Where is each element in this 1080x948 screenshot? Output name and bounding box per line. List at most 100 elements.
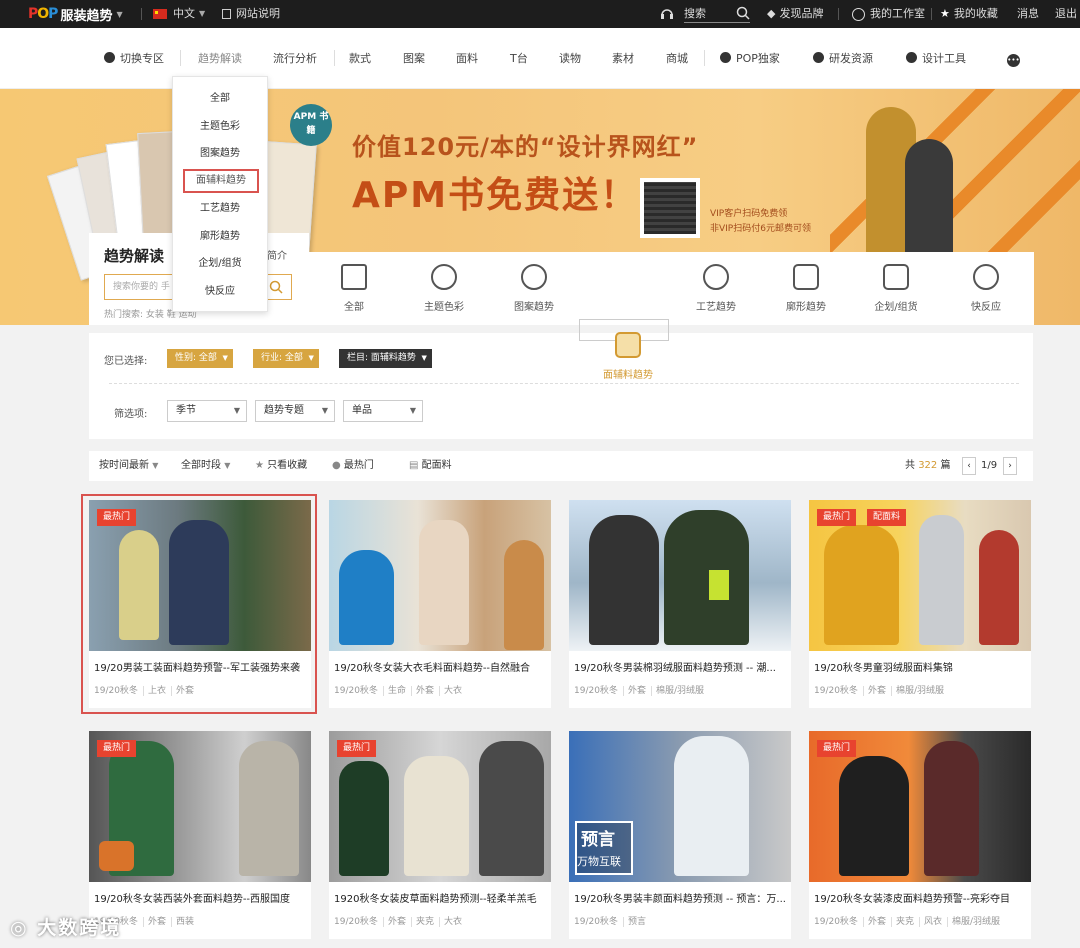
filter-tag-industry[interactable]: 行业: 全部 ▼ xyxy=(253,349,319,368)
tag[interactable]: 19/20秋冬 xyxy=(814,686,864,696)
messages-link[interactable]: 消息 xyxy=(1017,0,1039,28)
search-input[interactable]: 搜索 xyxy=(684,5,750,23)
chevron-down-icon: ▼ xyxy=(321,406,328,415)
nav-patterns[interactable]: 图案 xyxy=(403,28,425,89)
headset-icon[interactable] xyxy=(660,0,674,28)
tag[interactable]: 外套 xyxy=(627,686,652,696)
select-value: 单品 xyxy=(352,405,372,416)
logout-link[interactable]: 退出 xyxy=(1055,0,1077,28)
sort-select[interactable]: 按时间最新 ▼ xyxy=(99,451,158,481)
tag[interactable]: 棉服/羽绒服 xyxy=(656,686,709,696)
tag[interactable]: 19/20秋冬 xyxy=(334,686,384,696)
nav-materials[interactable]: 素材 xyxy=(612,28,634,89)
article-card[interactable]: 预言 万物互联 19/20秋冬男装丰颜面料趋势预测 -- 预言：万... 19/… xyxy=(569,731,791,939)
category-planning[interactable]: 企划/组货 xyxy=(851,252,941,325)
search-icon[interactable] xyxy=(736,6,750,20)
discover-brands-link[interactable]: ◆ 发现品牌 xyxy=(767,0,823,28)
tag[interactable]: 19/20秋冬 xyxy=(334,917,384,927)
dropdown-item-pattern[interactable]: 图案趋势 xyxy=(173,142,267,166)
next-page-button[interactable]: › xyxy=(1003,457,1017,475)
tag[interactable]: 外套 xyxy=(387,917,412,927)
tag[interactable]: 19/20秋冬 xyxy=(814,917,864,927)
tag[interactable]: 外套 xyxy=(867,686,892,696)
site-logo[interactable]: POP 服装趋势 ▼ xyxy=(28,5,123,24)
nav-styles[interactable]: 款式 xyxy=(349,28,371,89)
tag[interactable]: 夹克 xyxy=(415,917,440,927)
article-title[interactable]: 19/20秋冬女装漆皮面料趋势预警--亮彩夺目 xyxy=(814,890,1028,905)
item-select[interactable]: 单品 ▼ xyxy=(343,400,423,422)
period-select[interactable]: 全部时段 ▼ xyxy=(181,451,230,481)
tag[interactable]: 外套 xyxy=(867,917,892,927)
dropdown-item-theme-color[interactable]: 主题色彩 xyxy=(173,115,267,139)
nav-store[interactable]: 商城 xyxy=(666,28,688,89)
category-silhouette[interactable]: 廓形趋势 xyxy=(761,252,851,325)
tag[interactable]: 棉服/羽绒服 xyxy=(896,686,949,696)
prev-page-button[interactable]: ‹ xyxy=(962,457,976,475)
tag[interactable]: 大衣 xyxy=(444,917,467,927)
fabric-toggle[interactable]: ▤ 配面料 xyxy=(409,451,452,481)
dropdown-item-planning[interactable]: 企划/组货 xyxy=(173,252,267,276)
my-favorites-link[interactable]: ★ 我的收藏 xyxy=(940,0,998,28)
watermark-icon: ◎ xyxy=(10,917,38,939)
chevron-down-icon: ▼ xyxy=(421,354,427,362)
dropdown-item-all[interactable]: 全部 xyxy=(173,87,267,111)
dropdown-item-silhouette[interactable]: 廓形趋势 xyxy=(173,225,267,249)
nav-runway[interactable]: T台 xyxy=(510,28,528,89)
tag[interactable]: 大衣 xyxy=(444,686,467,696)
article-title[interactable]: 1920秋冬女装皮草面料趋势预测--轻柔羊羔毛 xyxy=(334,890,548,905)
filter-tag-gender[interactable]: 性别: 全部 ▼ xyxy=(167,349,233,368)
filter-tag-column[interactable]: 栏目: 面辅料趋势 ▼ xyxy=(339,349,432,368)
article-title[interactable]: 19/20秋冬男装丰颜面料趋势预测 -- 预言：万... xyxy=(574,890,788,905)
more-icon[interactable]: ••• xyxy=(1007,28,1020,89)
divider xyxy=(704,50,705,66)
dropdown-item-craft[interactable]: 工艺趋势 xyxy=(173,197,267,221)
nav-popular-analysis[interactable]: 流行分析 xyxy=(273,28,317,89)
article-title[interactable]: 19/20秋冬女装大衣毛料面料趋势--自然融合 xyxy=(334,659,548,674)
season-select[interactable]: 季节 ▼ xyxy=(167,400,247,422)
tag[interactable]: 风衣 xyxy=(923,917,948,927)
intro-link[interactable]: 简介 xyxy=(267,247,287,262)
chevron-down-icon: ▼ xyxy=(308,354,314,362)
tag[interactable]: 生命 xyxy=(387,686,412,696)
article-card[interactable]: 19/20秋冬女装大衣毛料面料趋势--自然融合 19/20秋冬 生命 外套 大衣 xyxy=(329,500,551,708)
trend-topic-select[interactable]: 趋势专题 ▼ xyxy=(255,400,335,422)
tag[interactable]: 夹克 xyxy=(895,917,920,927)
site-guide-link[interactable]: 网站说明 xyxy=(222,0,280,28)
tag[interactable]: 棉服/羽绒服 xyxy=(952,917,1005,927)
article-card[interactable]: 最热门 19/20秋冬女装西装外套面料趋势--西服国度 19/20秋冬 外套 西装 xyxy=(89,731,311,939)
nav-fabrics[interactable]: 面料 xyxy=(456,28,478,89)
hottest-label: 最热门 xyxy=(343,460,374,471)
nav-design-tools[interactable]: 设计工具 xyxy=(906,28,966,89)
article-card[interactable]: 19/20秋冬男装棉羽绒服面料趋势预测 -- 潮... 19/20秋冬 外套 棉服/… xyxy=(569,500,791,708)
my-workspace-link[interactable]: 我的工作室 xyxy=(852,0,925,28)
article-title[interactable]: 19/20秋冬男装棉羽绒服面料趋势预测 -- 潮... xyxy=(574,659,788,674)
tag[interactable]: 19/20秋冬 xyxy=(574,686,624,696)
tag[interactable]: 预言 xyxy=(628,917,651,927)
category-theme-color[interactable]: 主题色彩 xyxy=(399,252,489,325)
category-all[interactable]: 全部 xyxy=(309,252,399,325)
nav-switch-zone[interactable]: 切换专区 xyxy=(104,28,164,89)
language-switch[interactable]: 中文 ▼ xyxy=(153,0,205,28)
article-card[interactable]: 最热门 1920秋冬女装皮草面料趋势预测--轻柔羊羔毛 19/20秋冬 外套 夹克大… xyxy=(329,731,551,939)
article-title[interactable]: 19/20秋冬男童羽绒服面料集锦 xyxy=(814,659,1028,674)
tag[interactable]: 外套 xyxy=(147,917,172,927)
hottest-toggle[interactable]: ● 最热门 xyxy=(332,451,374,481)
article-card[interactable]: 最热门 配面料 19/20秋冬男童羽绒服面料集锦 19/20秋冬 外套 棉服/羽绒服 xyxy=(809,500,1031,708)
category-fabric[interactable]: 面辅料趋势 xyxy=(579,319,669,381)
dropdown-item-fabric[interactable]: 面辅料趋势 xyxy=(183,169,259,193)
select-value: 趋势专题 xyxy=(264,405,304,416)
nav-reading[interactable]: 读物 xyxy=(559,28,581,89)
tag[interactable]: 西装 xyxy=(176,917,199,927)
article-title[interactable]: 19/20秋冬女装西装外套面料趋势--西服国度 xyxy=(94,890,308,905)
dropdown-item-quick-response[interactable]: 快反应 xyxy=(173,280,267,304)
tag[interactable]: 19/20秋冬 xyxy=(574,917,624,927)
nav-pop-exclusive[interactable]: POP独家 xyxy=(720,28,780,89)
article-card[interactable]: 最热门 19/20秋冬女装漆皮面料趋势预警--亮彩夺目 19/20秋冬 外套 夹克风… xyxy=(809,731,1031,939)
tag[interactable]: 外套 xyxy=(415,686,440,696)
article-tags: 19/20秋冬 生命 外套 大衣 xyxy=(334,683,471,696)
nav-rd-resources[interactable]: 研发资源 xyxy=(813,28,873,89)
category-quick-response[interactable]: 快反应 xyxy=(941,252,1031,325)
only-favorites-toggle[interactable]: ★ 只看收藏 xyxy=(255,451,307,481)
category-craft[interactable]: 工艺趋势 xyxy=(671,252,761,325)
category-pattern[interactable]: 图案趋势 xyxy=(489,252,579,325)
